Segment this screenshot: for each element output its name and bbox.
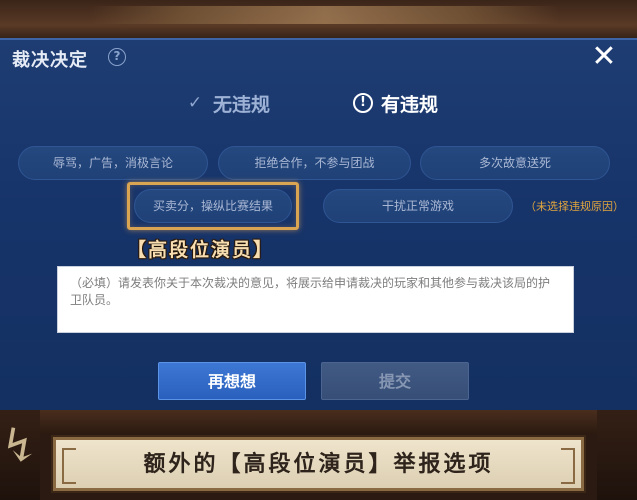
help-icon[interactable]: ? — [108, 48, 126, 66]
highlight-tag-label: 【高段位演员】 — [127, 239, 275, 261]
exclamation-icon: ! — [353, 93, 373, 113]
verdict-dialog: 裁决决定 ? ✕ ✓ 无违规 ! 有违规 辱骂，广告，消极言论 拒绝合作，不参与… — [0, 38, 637, 410]
submit-button[interactable]: 提交 — [321, 362, 469, 400]
brush-glyph-decoration: ↯ — [0, 418, 39, 472]
verdict-option-no-violation[interactable]: ✓ 无违规 — [185, 88, 270, 118]
opinion-textarea[interactable]: （必填）请发表你关于本次裁决的意见，将展示给申请裁决的玩家和其他参与裁决该局的护… — [57, 266, 574, 333]
reason-abuse-ads[interactable]: 辱骂，广告，消极言论 — [18, 146, 208, 180]
reason-intentional-feeding[interactable]: 多次故意送死 — [420, 146, 610, 180]
top-frame — [0, 0, 637, 42]
verdict-option-label: 无违规 — [213, 93, 271, 116]
check-icon: ✓ — [187, 93, 203, 113]
top-ornament — [90, 6, 560, 24]
verdict-option-violation[interactable]: ! 有违规 — [353, 88, 438, 118]
verdict-option-label: 有违规 — [381, 93, 439, 116]
close-icon[interactable]: ✕ — [589, 42, 619, 72]
reason-refuse-cooperation[interactable]: 拒绝合作，不参与团战 — [218, 146, 411, 180]
bottom-frame — [0, 410, 637, 434]
reason-highlight-frame: 买卖分，操纵比赛结果 — [127, 182, 299, 230]
dialog-title: 裁决决定 — [12, 50, 88, 71]
reason-disrupt-game[interactable]: 干扰正常游戏 — [323, 189, 513, 223]
reason-match-fixing[interactable]: 买卖分，操纵比赛结果 — [134, 189, 292, 223]
rethink-button[interactable]: 再想想 — [158, 362, 306, 400]
unselected-reason-hint: （未选择违规原因） — [525, 200, 624, 213]
bottom-caption: 额外的【高段位演员】举报选项 — [53, 437, 584, 491]
